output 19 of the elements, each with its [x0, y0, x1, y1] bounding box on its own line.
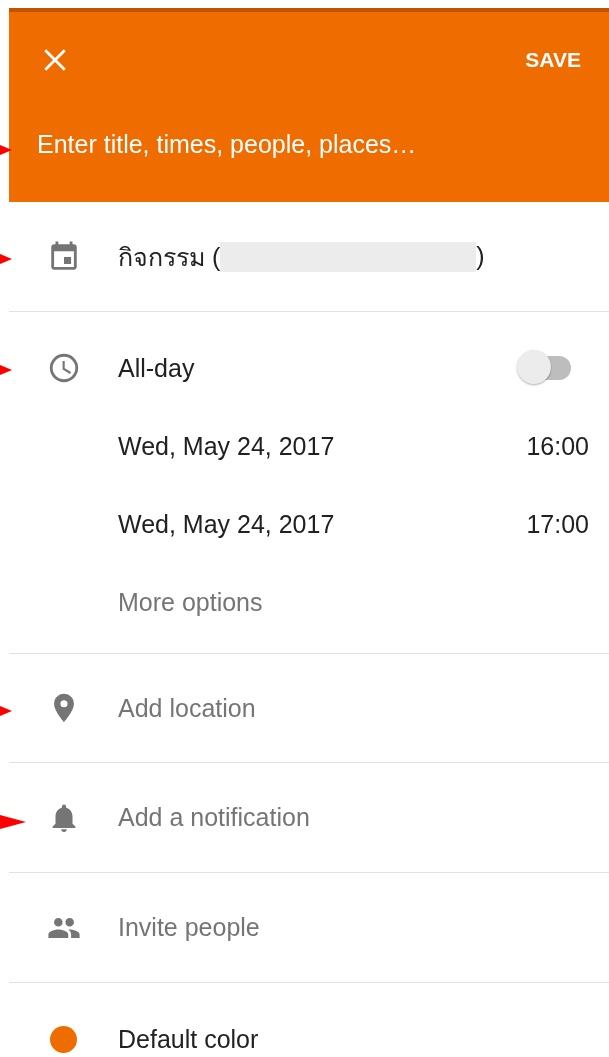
date-field[interactable]: Wed, May 24, 2017 [118, 509, 335, 539]
pointer-arrow-icon [0, 252, 12, 266]
pointer-arrow-icon [0, 143, 12, 157]
pointer-arrow-icon [0, 363, 12, 377]
location-field[interactable]: Add location [118, 693, 518, 723]
more-options-link[interactable]: More options [118, 587, 263, 617]
all-day-label: All-day [118, 353, 195, 383]
time-field[interactable]: 17:00 [526, 509, 589, 539]
date-field[interactable]: Wed, May 24, 2017 [118, 431, 335, 461]
pointer-arrow-icon [0, 704, 12, 718]
color-option[interactable]: Default color [118, 1025, 259, 1054]
time-field[interactable]: 16:00 [526, 431, 589, 461]
calendar-name-end: ) [476, 242, 485, 271]
pointer-arrow-icon [0, 815, 26, 829]
calendar-name[interactable]: กิจกรรม ( [118, 236, 221, 277]
title-field[interactable]: Enter title, times, people, places… [37, 126, 557, 163]
notification-option[interactable]: Add a notification [118, 803, 310, 832]
close-icon [42, 47, 68, 73]
invite-people-option[interactable]: Invite people [118, 913, 260, 942]
